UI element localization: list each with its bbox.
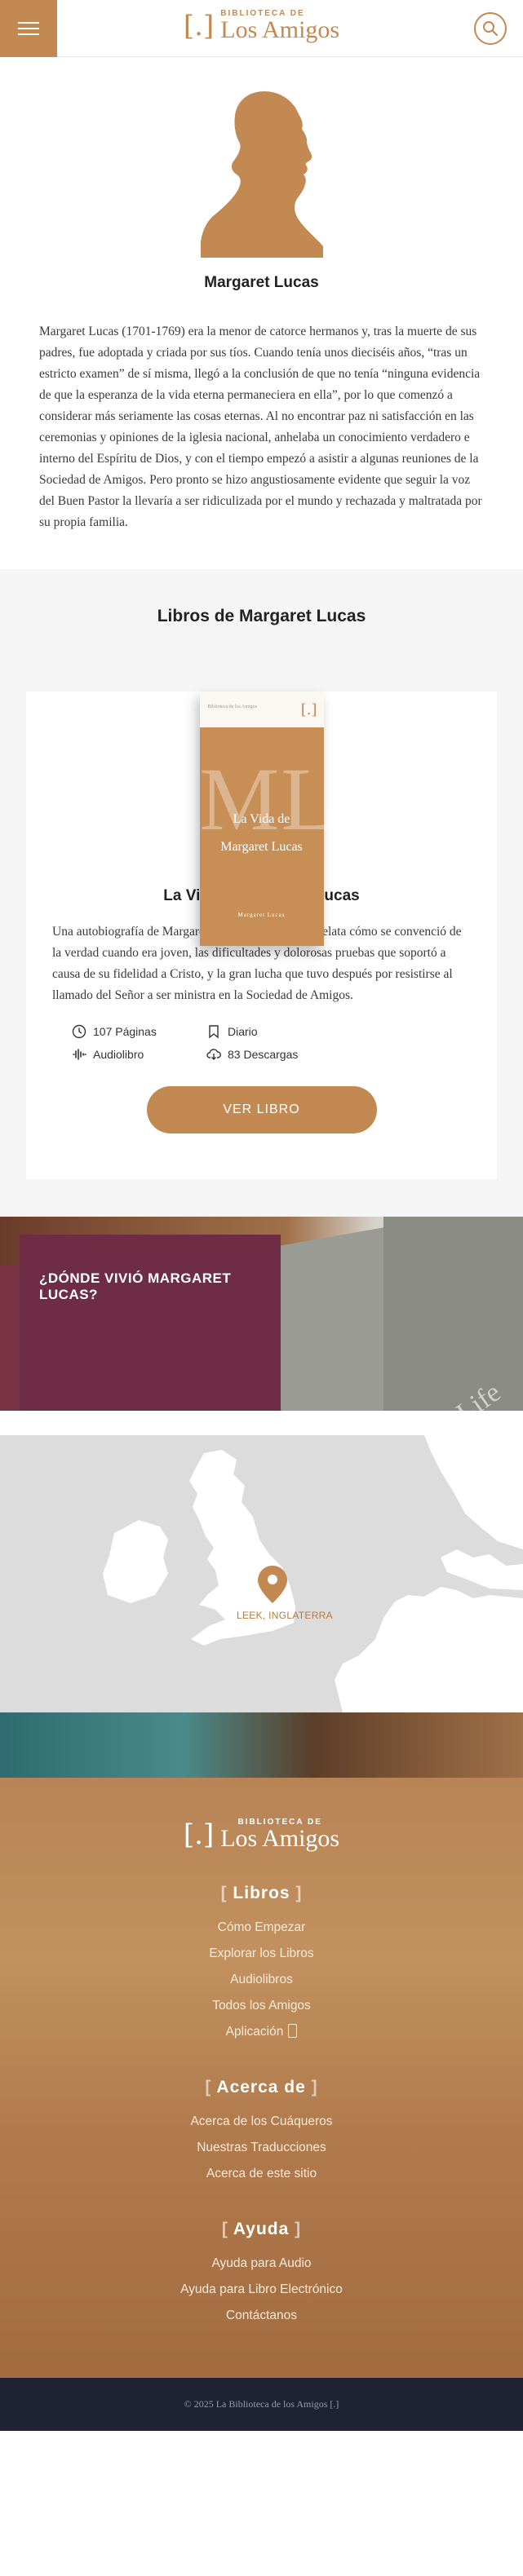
footer-link[interactable]: Cómo Empezar — [16, 1915, 507, 1941]
footer-logo[interactable]: [.] BIBLIOTECA DE Los Amigos — [184, 1818, 339, 1851]
footer-logo-bracket-icon: [.] — [183, 1818, 215, 1851]
footer-link[interactable]: Acerca de los Cuáqueros — [16, 2109, 507, 2135]
view-book-button[interactable]: VER LIBRO — [146, 1086, 377, 1133]
footer-link[interactable]: Ayuda para Libro Electrónico — [16, 2277, 507, 2303]
site-footer: [.] BIBLIOTECA DE Los Amigos [ Libros ] … — [0, 1778, 523, 2378]
menu-icon — [18, 22, 39, 24]
book-downloads: 83 Descargas — [206, 1047, 341, 1062]
cover-header-text: Biblioteca de los Amigos — [207, 705, 258, 709]
footer-decorative-banner — [0, 1712, 523, 1778]
footer-link[interactable]: Acerca de este sitio — [16, 2161, 507, 2187]
footer-section-ayuda: [ Ayuda ] Ayuda para Audio Ayuda para Li… — [16, 2220, 507, 2329]
copyright-text: © 2025 La Biblioteca de los Amigos [.] — [184, 2398, 339, 2410]
author-silhouette-image — [200, 91, 323, 258]
footer-link[interactable]: Audiolibros — [16, 1967, 507, 1993]
footer-link[interactable]: Ayuda para Audio — [16, 2251, 507, 2277]
footer-section-title: [ Acerca de ] — [205, 2078, 318, 2097]
site-header: [.] BIBLIOTECA DE Los Amigos — [0, 0, 523, 57]
footer-link[interactable]: Contáctanos — [16, 2303, 507, 2329]
footer-logo-big-text: Los Amigos — [220, 1825, 340, 1852]
cover-title: La Vida de Margaret Lucas — [220, 812, 303, 854]
site-logo[interactable]: [.] BIBLIOTECA DE Los Amigos — [184, 10, 339, 42]
phone-icon — [288, 2024, 298, 2038]
footer-link-app[interactable]: Aplicación — [16, 2019, 507, 2045]
footer-link[interactable]: Explorar los Libros — [16, 1941, 507, 1967]
author-section: Margaret Lucas Margaret Lucas (1701-1769… — [0, 57, 523, 569]
search-button[interactable] — [474, 12, 507, 45]
footer-section-title: [ Ayuda ] — [221, 2220, 302, 2238]
where-section: The Life ¿DÓNDE VIVIÓ MARGARET LUCAS? — [0, 1217, 523, 1411]
author-bio: Margaret Lucas (1701-1769) era la menor … — [39, 325, 482, 529]
footer-section-acerca: [ Acerca de ] Acerca de los Cuáqueros Nu… — [16, 2078, 507, 2187]
search-icon — [483, 21, 499, 37]
hamburger-menu-button[interactable] — [0, 0, 57, 57]
books-section-title: Libros de Margaret Lucas — [157, 607, 366, 625]
location-map[interactable]: LEEK, INGLATERRA — [0, 1411, 523, 1712]
books-section: Libros de Margaret Lucas Biblioteca de l… — [0, 569, 523, 1217]
footer-section-title: [ Libros ] — [220, 1884, 303, 1902]
book-meta: 107 Páginas Diario Audiolibro 83 Descarg… — [52, 1024, 471, 1062]
where-title: ¿DÓNDE VIVIÓ MARGARET LUCAS? — [39, 1270, 232, 1302]
clock-icon — [72, 1024, 86, 1039]
cover-author: Margaret Lucas — [237, 912, 286, 918]
author-name: Margaret Lucas — [204, 274, 319, 291]
cover-logo-icon: [.] — [300, 701, 317, 718]
book-card-wrapper: Biblioteca de los Amigos [.] ML La Vida … — [26, 691, 497, 1179]
logo-big-text: Los Amigos — [220, 16, 340, 43]
cloud-download-icon — [206, 1049, 221, 1060]
audio-waveform-icon — [73, 1049, 86, 1060]
footer-section-libros: [ Libros ] Cómo Empezar Explorar los Lib… — [16, 1884, 507, 2045]
book-pages: 107 Páginas — [72, 1024, 206, 1039]
book-genre: Diario — [206, 1024, 341, 1039]
footer-link[interactable]: Nuestras Traducciones — [16, 2135, 507, 2161]
book-audio: Audiolibro — [72, 1047, 206, 1062]
copyright-bar: © 2025 La Biblioteca de los Amigos [.] — [0, 2378, 523, 2431]
where-title-box: ¿DÓNDE VIVIÓ MARGARET LUCAS? — [20, 1235, 281, 1411]
map-location-label: LEEK, INGLATERRA — [237, 1610, 333, 1621]
map-image — [0, 1435, 523, 1712]
bookmark-icon — [209, 1025, 219, 1039]
book-cover[interactable]: Biblioteca de los Amigos [.] ML La Vida … — [199, 691, 336, 946]
footer-link[interactable]: Todos los Amigos — [16, 1993, 507, 2019]
logo-bracket-icon: [.] — [183, 10, 215, 42]
